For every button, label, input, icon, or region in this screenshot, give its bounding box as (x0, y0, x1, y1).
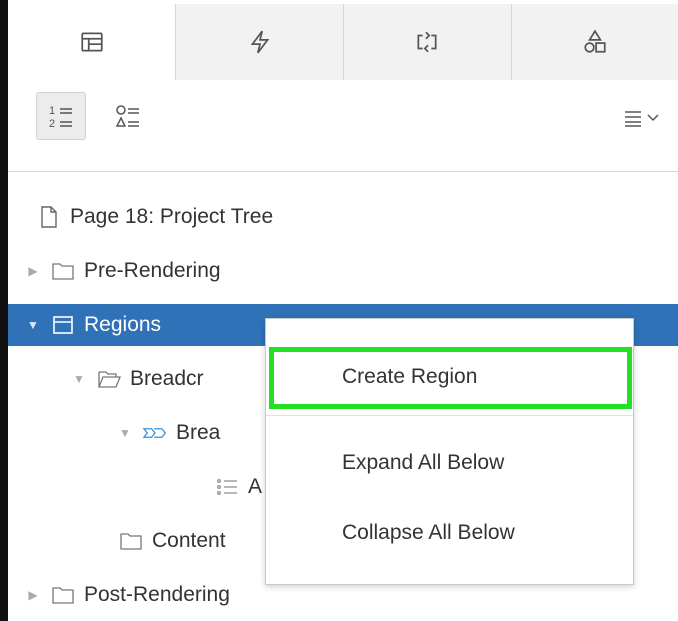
collapse-arrow-icon[interactable]: ▼ (72, 372, 86, 386)
lightning-icon (250, 30, 270, 54)
tree-node-label: Content (152, 529, 226, 552)
tree-node-label: Brea (176, 421, 221, 444)
open-folder-icon (96, 366, 122, 392)
folder-icon (118, 528, 144, 554)
tab-dynamic-actions[interactable] (175, 4, 343, 80)
menu-item-expand-all-below[interactable]: Expand All Below (266, 437, 633, 489)
highlight-box (269, 347, 632, 409)
tree-node-label: Post-Rendering (84, 583, 230, 606)
tree-menu-button[interactable] (618, 104, 668, 132)
sync-arrows-icon (417, 31, 437, 53)
tab-processing[interactable] (342, 4, 511, 80)
tree-toolbar: 1 2 (8, 80, 678, 172)
tree-node-label: Regions (84, 313, 162, 336)
folder-icon (50, 582, 76, 608)
ordered-view-button[interactable]: 1 2 (36, 92, 86, 140)
tree-node-label: Breadcr (130, 367, 204, 390)
folder-icon (50, 258, 76, 284)
svg-text:2: 2 (49, 118, 55, 130)
shape-view-button[interactable] (103, 92, 153, 140)
collapse-arrow-icon[interactable]: ▼ (26, 318, 40, 332)
tree-node-page[interactable]: Page 18: Project Tree (8, 196, 678, 238)
region-icon (50, 312, 76, 338)
window-edge (0, 0, 8, 621)
menu-item-collapse-all-below[interactable]: Collapse All Below (266, 507, 633, 559)
page-icon (36, 204, 62, 230)
tree-node-pre-rendering[interactable]: ▶ Pre-Rendering (8, 250, 678, 292)
tree-node-label: A (248, 475, 263, 498)
list-icon (214, 474, 240, 500)
tab-shared-components[interactable] (510, 4, 678, 80)
shape-list-icon (115, 105, 139, 127)
tree-node-label: Pre-Rendering (84, 259, 221, 282)
layout-icon (81, 31, 103, 52)
collapse-arrow-icon[interactable]: ▼ (118, 426, 132, 440)
breadcrumb-icon (142, 420, 168, 446)
shapes-icon (584, 29, 606, 53)
expand-arrow-icon[interactable]: ▶ (26, 264, 40, 278)
tree-node-label: Page 18: Project Tree (70, 205, 274, 228)
tab-rendering[interactable] (8, 4, 176, 80)
menu-separator (266, 415, 633, 416)
svg-text:1: 1 (49, 105, 55, 117)
tab-strip (8, 4, 678, 80)
numbered-list-icon: 1 2 (49, 105, 72, 130)
menu-dropdown-icon (625, 111, 659, 127)
expand-arrow-icon[interactable]: ▶ (26, 588, 40, 602)
